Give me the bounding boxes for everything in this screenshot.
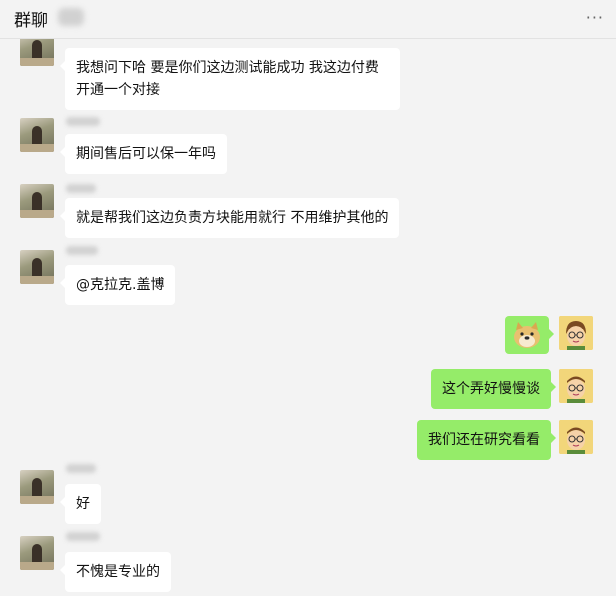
- message-text: 不愧是专业的: [76, 564, 160, 580]
- avatar[interactable]: [20, 184, 54, 218]
- message-bubble[interactable]: 不愧是专业的: [60, 552, 171, 592]
- message-bubble[interactable]: 就是帮我们这边负责方块能用就行 不用维护其他的: [59, 198, 400, 238]
- message-text: 好: [76, 496, 90, 512]
- message-text: 我们还在研究看看: [428, 432, 540, 448]
- sender-name-blurred: [66, 246, 98, 255]
- avatar[interactable]: [20, 536, 54, 570]
- message-text: 这个弄好慢慢谈: [442, 381, 540, 397]
- sender-name-blurred: [66, 532, 100, 541]
- message-text: 我想问下哈 要是你们这边测试能成功 我这边付费开通一个对接: [76, 60, 379, 98]
- avatar[interactable]: [20, 118, 54, 152]
- message-bubble[interactable]: 好: [60, 484, 101, 524]
- sender-name-blurred: [66, 464, 96, 473]
- avatar[interactable]: [559, 369, 593, 403]
- sender-name-blurred: [66, 184, 96, 193]
- chat-header: 群聊 ···: [0, 0, 616, 39]
- message-bubble[interactable]: 这个弄好慢慢谈: [431, 369, 556, 409]
- message-bubble[interactable]: 期间售后可以保一年吗: [60, 134, 227, 174]
- message-bubble[interactable]: 我想问下哈 要是你们这边测试能成功 我这边付费开通一个对接: [60, 48, 400, 110]
- doge-sticker-icon: [514, 322, 540, 348]
- group-name-blurred: [58, 8, 84, 26]
- message-text: 期间售后可以保一年吗: [76, 146, 216, 162]
- avatar[interactable]: [20, 470, 54, 504]
- avatar[interactable]: [559, 316, 593, 350]
- avatar[interactable]: [20, 250, 54, 284]
- message-text: 就是帮我们这边负责方块能用就行 不用维护其他的: [76, 210, 389, 226]
- more-dots-icon[interactable]: ···: [586, 8, 604, 27]
- avatar[interactable]: [559, 420, 593, 454]
- message-bubble[interactable]: 我们还在研究看看: [417, 420, 556, 460]
- sender-name-blurred: [66, 117, 100, 126]
- message-bubble[interactable]: @克拉克.盖博: [59, 265, 176, 305]
- message-bubble[interactable]: [505, 316, 554, 354]
- chat-title[interactable]: 群聊: [14, 6, 48, 31]
- message-text: @克拉克.盖博: [76, 277, 165, 293]
